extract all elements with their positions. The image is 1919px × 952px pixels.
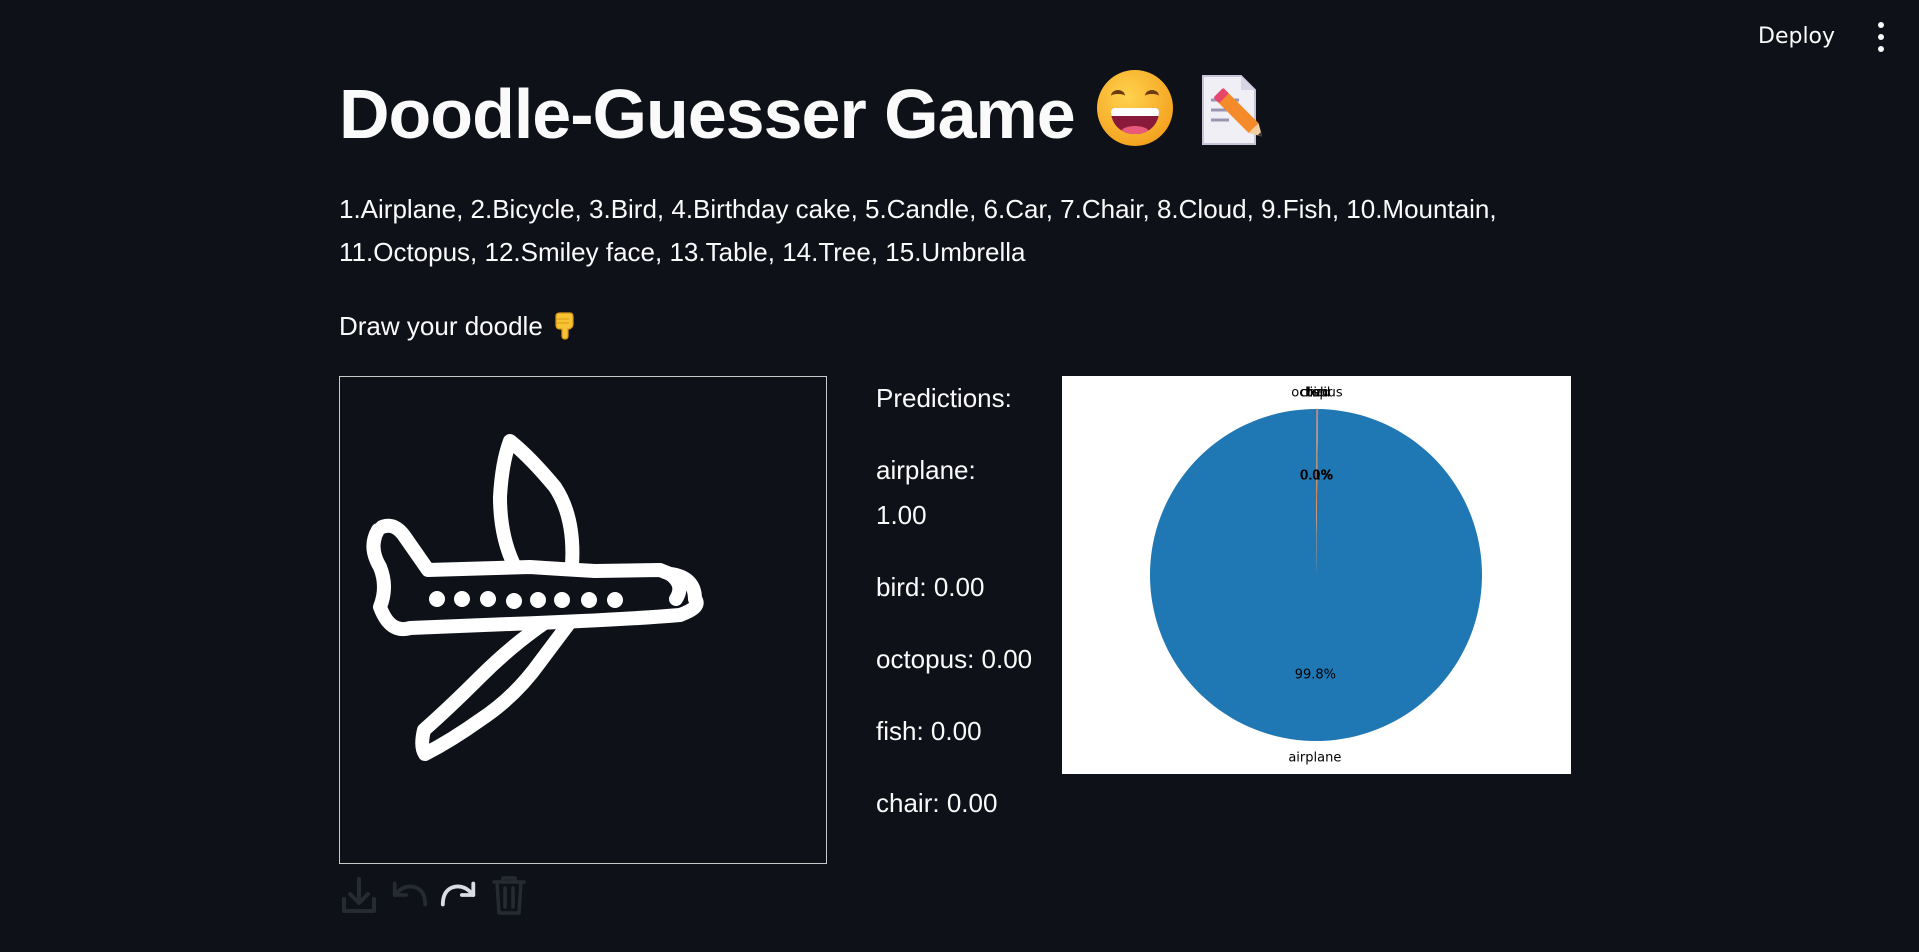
prediction-item: fish: 0.00	[876, 709, 1056, 754]
prediction-value: 0.00	[946, 788, 998, 818]
prediction-label: airplane:	[876, 455, 976, 485]
predictions-heading: Predictions:	[876, 383, 1012, 413]
vertical-ellipsis-icon[interactable]	[1867, 20, 1895, 54]
pointing-down-icon	[555, 312, 574, 340]
trash-icon[interactable]	[489, 874, 529, 916]
prediction-item: bird: 0.00	[876, 565, 1056, 610]
drawing-canvas[interactable]	[339, 376, 827, 864]
redo-icon[interactable]	[439, 874, 479, 916]
pie-label-chair: chair	[1300, 385, 1333, 400]
prediction-value: 0.00	[930, 716, 982, 746]
prediction-label: bird:	[876, 572, 927, 602]
prediction-item: chair: 0.00	[876, 781, 1056, 826]
pie-pct-chair: 0.0%	[1300, 468, 1333, 483]
memo-icon	[1201, 75, 1262, 145]
page-title-text: Doodle-Guesser Game	[339, 75, 1076, 153]
predictions-panel: Predictions: airplane: 1.00 bird: 0.00 oc…	[876, 376, 1056, 853]
prediction-label: chair:	[876, 788, 940, 818]
prediction-pie-chart: airplane 99.8% bird 0.1% octopus 0.0% fish 0.0%…	[1062, 376, 1571, 774]
prediction-value: 0.00	[981, 644, 1033, 674]
grinning-face-icon	[1096, 70, 1173, 146]
pie-chart-svg: airplane99.8%bird0.1%octopus0.0%fish0.0%…	[1149, 385, 1482, 766]
canvas-toolbar	[339, 872, 529, 918]
undo-icon[interactable]	[389, 874, 429, 916]
prediction-item: airplane: 1.00	[876, 448, 1056, 538]
class-list: 1.Airplane, 2.Bicycle, 3.Bird, 4.Birthda…	[339, 194, 1497, 267]
draw-instruction-text: Draw your doodle	[339, 311, 543, 341]
prediction-label: octopus:	[876, 644, 975, 674]
pie-slice-airplane	[1149, 409, 1482, 742]
draw-instruction: Draw your doodle	[339, 308, 579, 344]
pie-label-airplane: airplane	[1288, 751, 1341, 766]
top-bar: Deploy	[0, 0, 1919, 72]
prediction-item: octopus: 0.00	[876, 637, 1056, 682]
prediction-value: 1.00	[876, 500, 927, 530]
download-icon[interactable]	[339, 874, 379, 916]
deploy-button[interactable]: Deploy	[1750, 18, 1843, 56]
airplane-doodle	[366, 434, 704, 761]
prediction-label: fish:	[876, 716, 924, 746]
pie-pct-airplane: 99.8%	[1295, 668, 1336, 683]
prediction-value: 0.00	[933, 572, 985, 602]
page-title: Doodle-Guesser Game	[339, 66, 1265, 162]
